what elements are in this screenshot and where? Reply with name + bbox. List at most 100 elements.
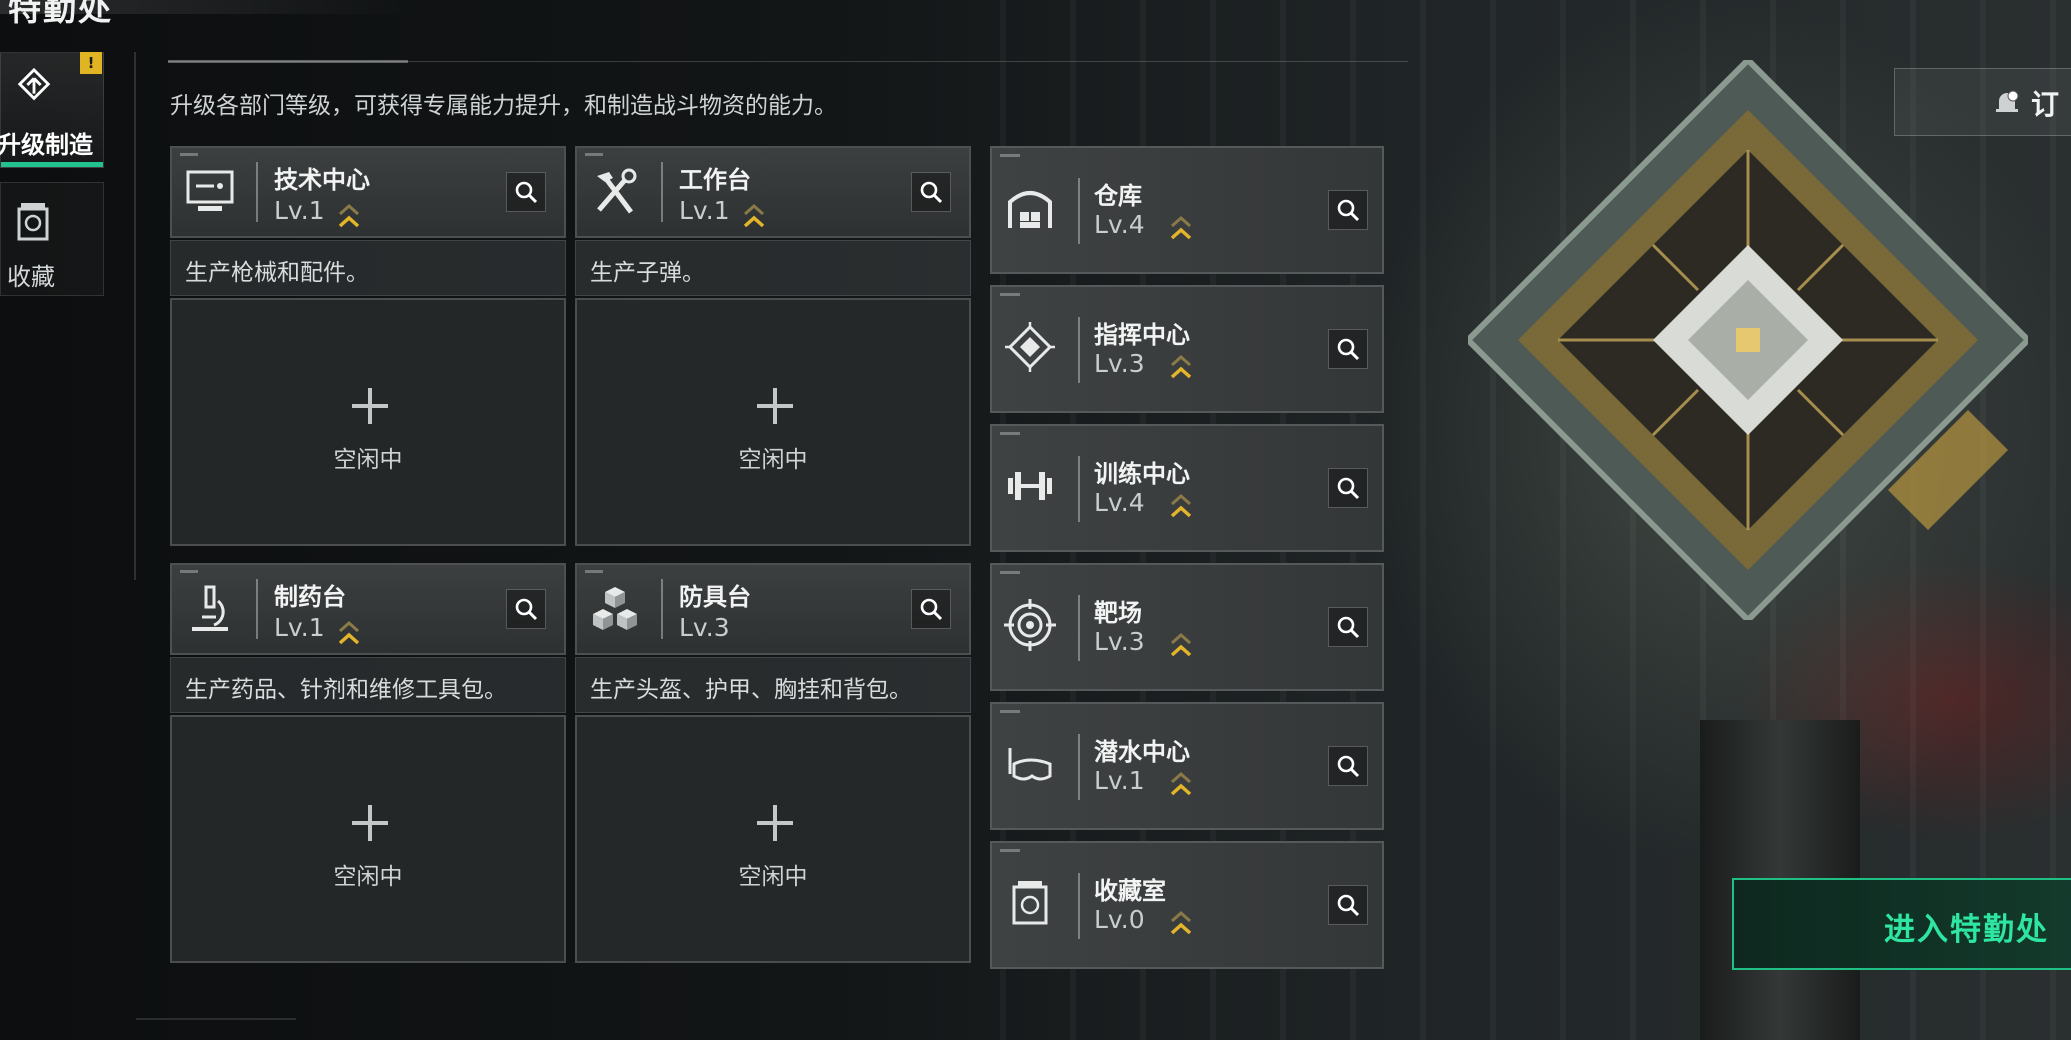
upgrade-available-icon	[338, 203, 360, 228]
upgrade-available-icon	[338, 620, 360, 645]
search-icon	[1337, 894, 1360, 917]
add-icon	[757, 388, 793, 424]
upgrade-available-icon	[743, 203, 765, 228]
add-icon	[757, 805, 793, 841]
target-icon	[1004, 599, 1056, 651]
sidebar-item-label: 升级制造	[0, 131, 93, 159]
facility-level: Lv.1	[679, 196, 730, 225]
facility-name: 防具台	[679, 583, 751, 611]
enter-button-label: 进入特勤处	[1884, 912, 2049, 948]
facility-name: 工作台	[679, 166, 751, 194]
production-slot[interactable]: 空闲中	[170, 298, 566, 546]
facility-level: Lv.1	[274, 613, 325, 642]
special-ops-cube-illustration	[1468, 60, 2028, 620]
header-separator	[1078, 873, 1080, 939]
facility-description: 生产枪械和配件。	[170, 240, 566, 296]
facility-card-shooting-range[interactable]: 靶场 Lv.3	[990, 563, 1384, 691]
facility-card-warehouse[interactable]: 仓库 Lv.4	[990, 146, 1384, 274]
search-icon	[920, 598, 943, 621]
active-tab-indicator	[1, 162, 103, 167]
facility-level: Lv.4	[1094, 488, 1145, 517]
collection-room-icon	[1012, 881, 1048, 925]
facility-card-diving-center[interactable]: 潜水中心 Lv.1	[990, 702, 1384, 830]
upgrade-available-icon	[1170, 910, 1192, 935]
upgrade-available-icon	[1170, 493, 1192, 518]
facility-name: 收藏室	[1094, 877, 1166, 905]
header-separator	[1078, 317, 1080, 383]
search-icon	[920, 181, 943, 204]
search-icon	[1337, 477, 1360, 500]
command-chip-icon	[1005, 322, 1055, 372]
header-separator	[256, 162, 258, 222]
search-icon	[1337, 199, 1360, 222]
slot-status: 空闲中	[333, 447, 403, 473]
search-button[interactable]	[1328, 746, 1368, 786]
production-slot[interactable]: 空闲中	[575, 715, 971, 963]
slot-status: 空闲中	[738, 447, 808, 473]
enter-special-ops-button[interactable]: 进入特勤处	[1732, 878, 2071, 970]
facility-name: 指挥中心	[1094, 321, 1190, 349]
facility-card-training-center[interactable]: 训练中心 Lv.4	[990, 424, 1384, 552]
search-button[interactable]	[1328, 468, 1368, 508]
facility-level: Lv.3	[679, 613, 730, 642]
facility-level: Lv.1	[274, 196, 325, 225]
facility-name: 制药台	[274, 583, 346, 611]
card-header[interactable]: 技术中心 Lv.1	[170, 146, 566, 238]
bottom-decoration	[136, 1018, 296, 1040]
upgrade-available-icon	[1170, 632, 1192, 657]
card-header[interactable]: 制药台 Lv.1	[170, 563, 566, 655]
boxes-icon	[593, 587, 637, 630]
production-slot[interactable]: 空闲中	[575, 298, 971, 546]
search-button[interactable]	[911, 172, 951, 212]
search-button[interactable]	[506, 172, 546, 212]
header-divider-accent	[168, 60, 408, 63]
slot-status: 空闲中	[333, 864, 403, 890]
card-header[interactable]: 防具台 Lv.3	[575, 563, 971, 655]
facility-level: Lv.3	[1094, 349, 1145, 378]
search-button[interactable]	[1328, 329, 1368, 369]
production-slot[interactable]: 空闲中	[170, 715, 566, 963]
search-button[interactable]	[1328, 885, 1368, 925]
facility-description: 生产药品、针剂和维修工具包。	[170, 657, 566, 713]
hammer-wrench-icon	[597, 168, 637, 214]
search-button[interactable]	[911, 589, 951, 629]
header-separator	[1078, 595, 1080, 661]
header-separator	[1078, 734, 1080, 800]
facility-level: Lv.0	[1094, 905, 1145, 934]
dumbbell-icon	[1008, 472, 1052, 500]
upgrade-icon	[17, 67, 51, 101]
facility-level: Lv.1	[1094, 766, 1145, 795]
search-button[interactable]	[1328, 607, 1368, 647]
card-header[interactable]: 工作台 Lv.1	[575, 146, 971, 238]
subscribe-button[interactable]: 订	[1894, 68, 2071, 136]
upgrade-available-icon	[1170, 354, 1192, 379]
sidebar-item-collection[interactable]: 收藏	[0, 182, 104, 296]
diving-mask-icon	[1008, 748, 1052, 781]
facility-name: 靶场	[1094, 599, 1142, 627]
monitor-icon	[186, 170, 234, 211]
search-button[interactable]	[1328, 190, 1368, 230]
facility-name: 仓库	[1094, 182, 1142, 210]
page-title: 特勤处	[8, 0, 113, 28]
upgrade-available-icon	[1170, 215, 1192, 240]
slot-status: 空闲中	[738, 864, 808, 890]
facility-description: 生产头盔、护甲、胸挂和背包。	[575, 657, 971, 713]
header-separator	[1078, 178, 1080, 244]
header-separator	[256, 579, 258, 639]
bell-icon	[1996, 90, 2019, 112]
sidebar-item-label: 收藏	[7, 263, 55, 291]
header-separator	[661, 579, 663, 639]
subscribe-label: 订	[2031, 88, 2060, 121]
search-icon	[515, 181, 538, 204]
facility-card-command-center[interactable]: 指挥中心 Lv.3	[990, 285, 1384, 413]
facility-level: Lv.3	[1094, 627, 1145, 656]
add-icon	[352, 388, 388, 424]
search-icon	[515, 598, 538, 621]
header-separator	[1078, 456, 1080, 522]
search-button[interactable]	[506, 589, 546, 629]
facility-card-collection-room[interactable]: 收藏室 Lv.0	[990, 841, 1384, 969]
microscope-icon	[192, 585, 228, 631]
facility-description: 生产子弹。	[575, 240, 971, 296]
page-subtitle: 升级各部门等级，可获得专属能力提升，和制造战斗物资的能力。	[170, 93, 837, 119]
sidebar-divider	[134, 52, 136, 580]
